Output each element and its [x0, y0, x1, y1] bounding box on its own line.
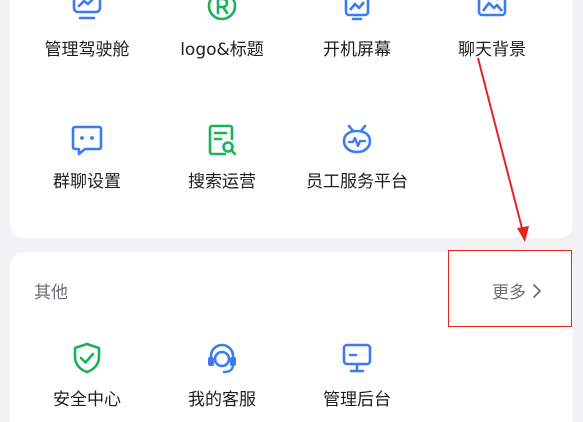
boot-screen-icon — [339, 0, 375, 24]
shield-check-icon — [69, 340, 105, 376]
chat-background-icon — [474, 0, 510, 24]
registered-mark-icon — [204, 0, 240, 24]
group-chat-icon — [69, 122, 105, 158]
search-document-icon — [204, 122, 240, 158]
app-label: 开机屏幕 — [294, 40, 420, 60]
app-label: 群聊设置 — [24, 172, 150, 192]
app-label: logo&标题 — [159, 40, 285, 60]
app-label: 管理驾驶舱 — [24, 40, 150, 60]
app-label: 我的客服 — [159, 390, 285, 410]
app-label: 聊天背景 — [429, 40, 555, 60]
section-title-other: 其他 — [34, 278, 68, 303]
dashboard-chart-icon — [69, 0, 105, 24]
customer-service-headset-icon — [204, 340, 240, 376]
admin-monitor-icon — [339, 340, 375, 376]
app-label: 管理后台 — [294, 390, 420, 410]
employee-service-icon — [339, 122, 375, 158]
app-label: 员工服务平台 — [294, 172, 420, 192]
apps-card — [10, 0, 573, 238]
app-label: 搜索运营 — [159, 172, 285, 192]
app-label: 安全中心 — [24, 390, 150, 410]
annotation-highlight-box — [448, 250, 572, 327]
